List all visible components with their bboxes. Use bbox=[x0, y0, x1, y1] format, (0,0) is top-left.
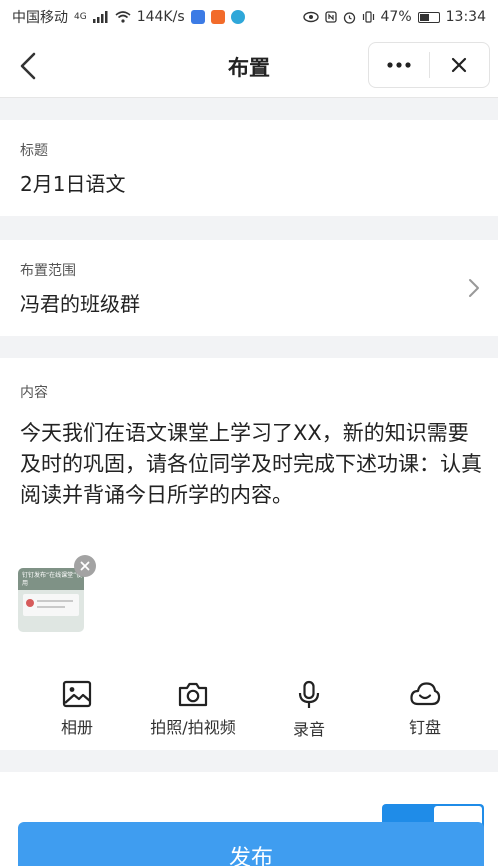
thumbnail-line bbox=[37, 600, 73, 602]
scope-value: 冯君的班级群 bbox=[20, 292, 140, 316]
record-audio-label: 录音 bbox=[292, 720, 325, 739]
mini-program-capsule bbox=[368, 42, 490, 88]
close-icon bbox=[80, 561, 90, 571]
alarm-icon bbox=[343, 11, 355, 24]
title-field[interactable]: 2月1日语文 bbox=[20, 168, 125, 197]
album-label: 相册 bbox=[60, 718, 93, 737]
camera-icon bbox=[178, 682, 208, 707]
album-button[interactable]: 相册 bbox=[17, 680, 137, 738]
more-button[interactable] bbox=[369, 43, 429, 87]
scope-section[interactable]: 布置范围 冯君的班级群 bbox=[0, 240, 498, 336]
more-dots-icon bbox=[387, 62, 411, 68]
attachment-thumbnail[interactable]: 钉钉发布“在线课堂”使用 bbox=[18, 568, 84, 632]
wifi-icon bbox=[115, 11, 131, 23]
thumbnail-avatar bbox=[26, 599, 34, 607]
battery-icon bbox=[417, 11, 440, 23]
cloud-drive-icon bbox=[410, 682, 441, 706]
publish-label: 发布 bbox=[228, 846, 273, 866]
drive-button[interactable]: 钉盘 bbox=[365, 680, 485, 738]
camera-label: 拍照/拍视频 bbox=[150, 718, 236, 737]
network-badge: 4G bbox=[74, 12, 87, 22]
assignment-page: 中国移动 4G 144K/s 47% 13:34 布置 标题 2月1日语文 布置… bbox=[0, 0, 498, 866]
clock-time: 13:34 bbox=[445, 9, 486, 25]
app-notification-icon bbox=[190, 10, 205, 24]
scope-label: 布置范围 bbox=[20, 263, 76, 279]
signal-icon bbox=[92, 11, 108, 23]
thumbnail-caption: 钉钉发布“在线课堂”使用 bbox=[22, 572, 83, 587]
app-notification-icon bbox=[230, 10, 245, 24]
content-section: 内容 今天我们在语文课堂上学习了XX，新的知识需要及时的巩固，请各位同学及时完成… bbox=[0, 358, 498, 750]
nfc-icon bbox=[324, 11, 337, 23]
drive-label: 钉盘 bbox=[408, 718, 441, 737]
remove-attachment-button[interactable] bbox=[74, 555, 96, 577]
thumbnail-line bbox=[37, 606, 65, 608]
camera-button[interactable]: 拍照/拍视频 bbox=[133, 680, 253, 738]
title-section[interactable]: 标题 2月1日语文 bbox=[0, 120, 498, 216]
record-audio-button[interactable]: 录音 bbox=[249, 680, 369, 740]
status-bar: 中国移动 4G 144K/s 47% 13:34 bbox=[0, 0, 498, 34]
app-notification-icon bbox=[210, 10, 225, 24]
content-field[interactable]: 今天我们在语文课堂上学习了XX，新的知识需要及时的巩固，请各位同学及时完成下述功… bbox=[20, 418, 482, 511]
battery-percent: 47% bbox=[380, 9, 412, 25]
attachment-toolbar: 相册 拍照/拍视频 录音 钉盘 bbox=[0, 680, 498, 740]
close-button[interactable] bbox=[430, 43, 490, 87]
close-icon bbox=[452, 57, 467, 73]
microphone-icon bbox=[298, 680, 320, 708]
title-label: 标题 bbox=[20, 143, 48, 159]
publish-button[interactable]: 发布 bbox=[18, 822, 484, 866]
chevron-right-icon bbox=[469, 279, 479, 297]
network-speed: 144K/s bbox=[136, 9, 185, 25]
vibrate-icon bbox=[362, 11, 374, 23]
image-icon bbox=[62, 680, 92, 708]
eye-icon bbox=[302, 11, 319, 23]
content-label: 内容 bbox=[20, 385, 48, 401]
nav-header: 布置 bbox=[0, 34, 498, 98]
carrier-name: 中国移动 bbox=[12, 10, 68, 26]
